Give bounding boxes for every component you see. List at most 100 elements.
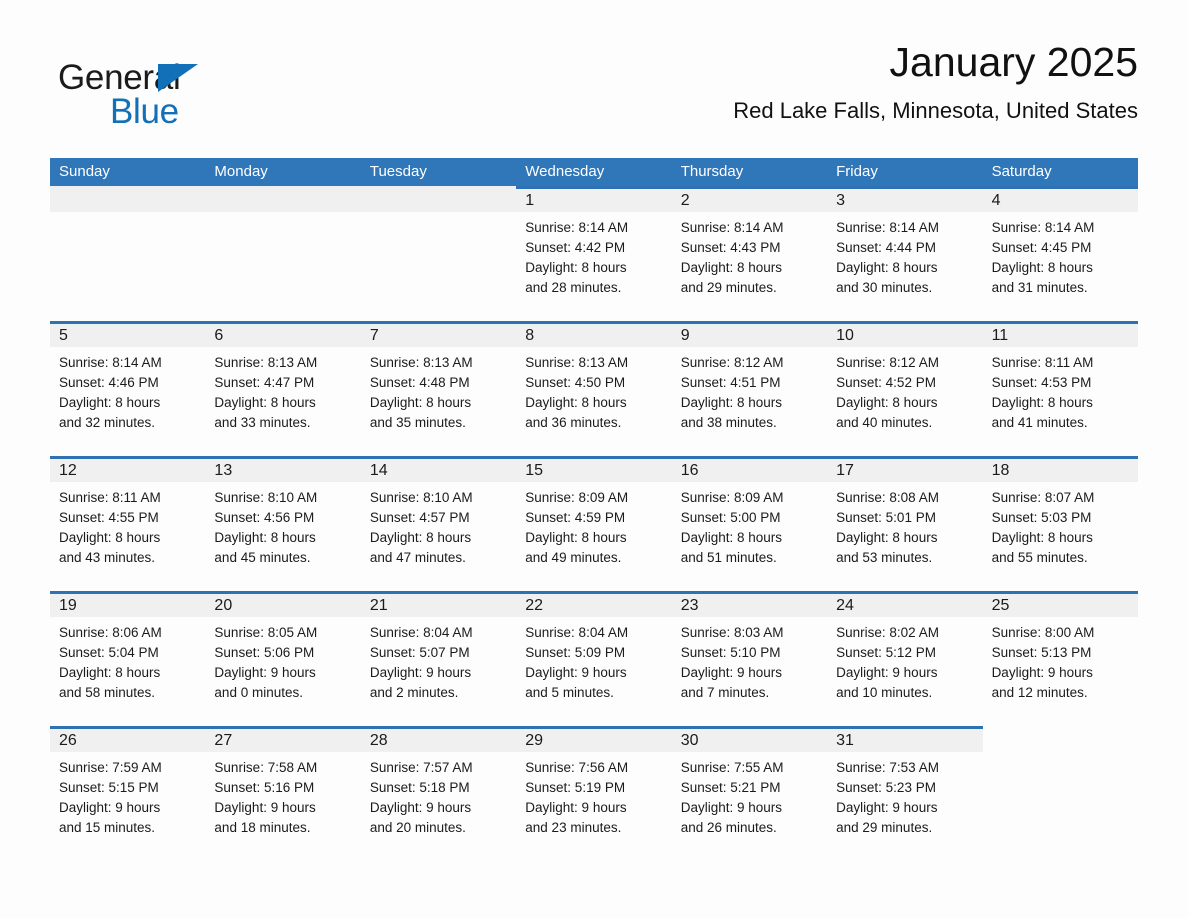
calendar-day-cell[interactable]: 28 Sunrise: 7:57 AM Sunset: 5:18 PM Dayligh… — [360, 726, 517, 861]
sunrise-text: Sunrise: 8:13 AM — [369, 355, 473, 370]
calendar-day-cell[interactable]: 23 Sunrise: 8:03 AM Sunset: 5:10 PM Dayligh… — [671, 591, 828, 726]
day-number: 19 — [59, 597, 77, 614]
sunrise-text: Sunrise: 8:14 AM — [59, 355, 162, 370]
daylight-text-line1: Daylight: 8 hours — [59, 395, 161, 410]
day-details: Sunrise: 8:12 AM Sunset: 4:52 PM Daylight:… — [827, 347, 982, 433]
day-number: 5 — [59, 327, 68, 344]
calendar-day-cell[interactable]: 21 Sunrise: 8:04 AM Sunset: 5:07 PM Dayligh… — [360, 591, 517, 726]
day-details: Sunrise: 8:09 AM Sunset: 5:00 PM Daylight:… — [672, 482, 827, 568]
day-details: Sunrise: 8:10 AM Sunset: 4:56 PM Daylight:… — [205, 482, 360, 568]
sunrise-text: Sunrise: 8:10 AM — [369, 490, 473, 505]
calendar-day-cell[interactable]: 9 Sunrise: 8:12 AM Sunset: 4:51 PM Daylight… — [671, 321, 828, 456]
sunset-text: Sunset: 4:55 PM — [59, 510, 159, 525]
calendar-cell-empty — [360, 186, 517, 321]
day-number: 9 — [680, 327, 690, 344]
daylight-text-line1: Daylight: 9 hours — [214, 665, 316, 680]
calendar-day-cell[interactable]: 20 Sunrise: 8:05 AM Sunset: 5:06 PM Dayligh… — [205, 591, 361, 726]
daylight-text-line2: and 40 minutes. — [836, 415, 933, 430]
calendar-day-cell[interactable]: 5 Sunrise: 8:14 AM Sunset: 4:46 PM Daylight… — [50, 321, 206, 456]
sunset-text: Sunset: 5:06 PM — [214, 645, 315, 660]
general-blue-logo[interactable]: General Blue — [58, 50, 318, 140]
daylight-text-line2: and 0 minutes. — [214, 685, 303, 700]
calendar-day-cell[interactable]: 3 Sunrise: 8:14 AM Sunset: 4:44 PM Daylight… — [827, 186, 983, 321]
sunset-text: Sunset: 4:44 PM — [836, 240, 936, 255]
daylight-text-line2: and 38 minutes. — [680, 415, 777, 430]
calendar-day-cell[interactable]: 29 Sunrise: 7:56 AM Sunset: 5:19 PM Dayligh… — [516, 726, 672, 861]
sunrise-text: Sunrise: 8:09 AM — [680, 490, 784, 505]
calendar-day-cell[interactable]: 15 Sunrise: 8:09 AM Sunset: 4:59 PM Dayligh… — [516, 456, 672, 591]
day-number-strip: 17 — [827, 456, 983, 482]
calendar-cell-empty — [50, 186, 206, 321]
day-number: 27 — [214, 732, 233, 749]
calendar-day-cell[interactable]: 10 Sunrise: 8:12 AM Sunset: 4:52 PM Dayligh… — [827, 321, 983, 456]
day-number: 21 — [369, 597, 388, 614]
calendar-week-row: 12 Sunrise: 8:11 AM Sunset: 4:55 PM Dayligh… — [50, 456, 1138, 591]
sunset-text: Sunset: 5:03 PM — [991, 510, 1092, 525]
sunrise-text: Sunrise: 8:14 AM — [836, 220, 939, 235]
calendar-day-cell[interactable]: 30 Sunrise: 7:55 AM Sunset: 5:21 PM Dayligh… — [671, 726, 828, 861]
calendar-day-cell[interactable]: 12 Sunrise: 8:11 AM Sunset: 4:55 PM Dayligh… — [50, 456, 206, 591]
daylight-text-line2: and 2 minutes. — [369, 685, 459, 700]
day-number-strip: 24 — [827, 591, 983, 617]
day-details: Sunrise: 8:14 AM Sunset: 4:45 PM Daylight:… — [983, 212, 1138, 298]
calendar-day-cell[interactable]: 25 Sunrise: 8:00 AM Sunset: 5:13 PM Dayligh… — [982, 591, 1138, 726]
sunrise-text: Sunrise: 8:10 AM — [214, 490, 318, 505]
sunrise-text: Sunrise: 8:04 AM — [369, 625, 473, 640]
day-details: Sunrise: 7:58 AM Sunset: 5:16 PM Daylight:… — [205, 752, 360, 838]
daylight-text-line1: Daylight: 9 hours — [525, 665, 627, 680]
calendar-day-cell[interactable]: 8 Sunrise: 8:13 AM Sunset: 4:50 PM Daylight… — [516, 321, 672, 456]
sunset-text: Sunset: 4:57 PM — [369, 510, 470, 525]
calendar-day-cell[interactable]: 1 Sunrise: 8:14 AM Sunset: 4:42 PM Daylight… — [516, 186, 672, 321]
calendar-day-cell[interactable]: 2 Sunrise: 8:14 AM Sunset: 4:43 PM Daylight… — [671, 186, 828, 321]
calendar-day-cell[interactable]: 24 Sunrise: 8:02 AM Sunset: 5:12 PM Dayligh… — [827, 591, 983, 726]
day-details: Sunrise: 7:59 AM Sunset: 5:15 PM Daylight:… — [50, 752, 205, 838]
calendar-day-cell[interactable]: 22 Sunrise: 8:04 AM Sunset: 5:09 PM Dayligh… — [516, 591, 672, 726]
calendar-day-cell[interactable]: 13 Sunrise: 8:10 AM Sunset: 4:56 PM Dayligh… — [205, 456, 361, 591]
weekday-header-sunday: Sunday — [59, 163, 110, 180]
daylight-text-line1: Daylight: 9 hours — [836, 665, 938, 680]
calendar-day-cell[interactable]: 17 Sunrise: 8:08 AM Sunset: 5:01 PM Dayligh… — [827, 456, 983, 591]
day-number-strip: 10 — [827, 321, 983, 347]
calendar-day-cell[interactable]: 27 Sunrise: 7:58 AM Sunset: 5:16 PM Dayligh… — [205, 726, 361, 861]
day-details: Sunrise: 8:11 AM Sunset: 4:55 PM Daylight:… — [50, 482, 205, 568]
daylight-text-line1: Daylight: 9 hours — [369, 665, 472, 680]
day-number-strip — [360, 186, 517, 212]
sunrise-text: Sunrise: 8:09 AM — [525, 490, 629, 505]
calendar-day-cell[interactable]: 14 Sunrise: 8:10 AM Sunset: 4:57 PM Dayligh… — [360, 456, 517, 591]
daylight-text-line2: and 20 minutes. — [369, 820, 466, 835]
daylight-text-line2: and 5 minutes. — [525, 685, 614, 700]
calendar-day-cell[interactable]: 26 Sunrise: 7:59 AM Sunset: 5:15 PM Dayligh… — [50, 726, 206, 861]
day-number: 31 — [836, 732, 854, 749]
calendar-day-cell[interactable]: 18 Sunrise: 8:07 AM Sunset: 5:03 PM Dayligh… — [982, 456, 1138, 591]
sunset-text: Sunset: 5:07 PM — [369, 645, 470, 660]
calendar-day-cell[interactable]: 16 Sunrise: 8:09 AM Sunset: 5:00 PM Dayligh… — [671, 456, 828, 591]
calendar-day-cell[interactable]: 31 Sunrise: 7:53 AM Sunset: 5:23 PM Dayligh… — [827, 726, 983, 861]
calendar-day-cell[interactable]: 6 Sunrise: 8:13 AM Sunset: 4:47 PM Daylight… — [205, 321, 361, 456]
calendar-day-cell[interactable]: 7 Sunrise: 8:13 AM Sunset: 4:48 PM Daylight… — [360, 321, 517, 456]
day-number: 6 — [214, 327, 224, 344]
sunset-text: Sunset: 4:52 PM — [836, 375, 936, 390]
weekday-header-saturday: Saturday — [991, 163, 1052, 180]
day-number-strip: 11 — [982, 321, 1138, 347]
day-number: 3 — [836, 192, 846, 209]
calendar-day-cell[interactable]: 4 Sunrise: 8:14 AM Sunset: 4:45 PM Daylight… — [982, 186, 1138, 321]
daylight-text-line1: Daylight: 9 hours — [59, 800, 161, 815]
day-number: 10 — [836, 327, 854, 344]
sunrise-text: Sunrise: 8:11 AM — [59, 490, 161, 505]
day-details: Sunrise: 7:55 AM Sunset: 5:21 PM Daylight:… — [672, 752, 827, 838]
title-block: January 2025 Red Lake Falls, Minnesota, … — [733, 39, 1138, 123]
calendar-weeks: 1 Sunrise: 8:14 AM Sunset: 4:42 PM Daylight… — [50, 186, 1138, 861]
daylight-text-line2: and 45 minutes. — [214, 550, 311, 565]
day-details: Sunrise: 8:12 AM Sunset: 4:51 PM Daylight:… — [672, 347, 827, 433]
calendar-day-cell[interactable]: 19 Sunrise: 8:06 AM Sunset: 5:04 PM Dayligh… — [50, 591, 206, 726]
calendar-day-cell[interactable]: 11 Sunrise: 8:11 AM Sunset: 4:53 PM Dayligh… — [982, 321, 1138, 456]
day-number-strip: 1 — [516, 186, 672, 212]
day-number: 16 — [680, 462, 699, 479]
day-number-strip: 29 — [516, 726, 672, 752]
day-number-strip: 15 — [516, 456, 672, 482]
daylight-text-line1: Daylight: 8 hours — [836, 530, 938, 545]
sunrise-text: Sunrise: 8:14 AM — [525, 220, 629, 235]
weekday-header-monday: Monday — [214, 163, 268, 180]
day-number-strip: 4 — [982, 186, 1138, 212]
day-number-strip: 31 — [827, 726, 983, 752]
